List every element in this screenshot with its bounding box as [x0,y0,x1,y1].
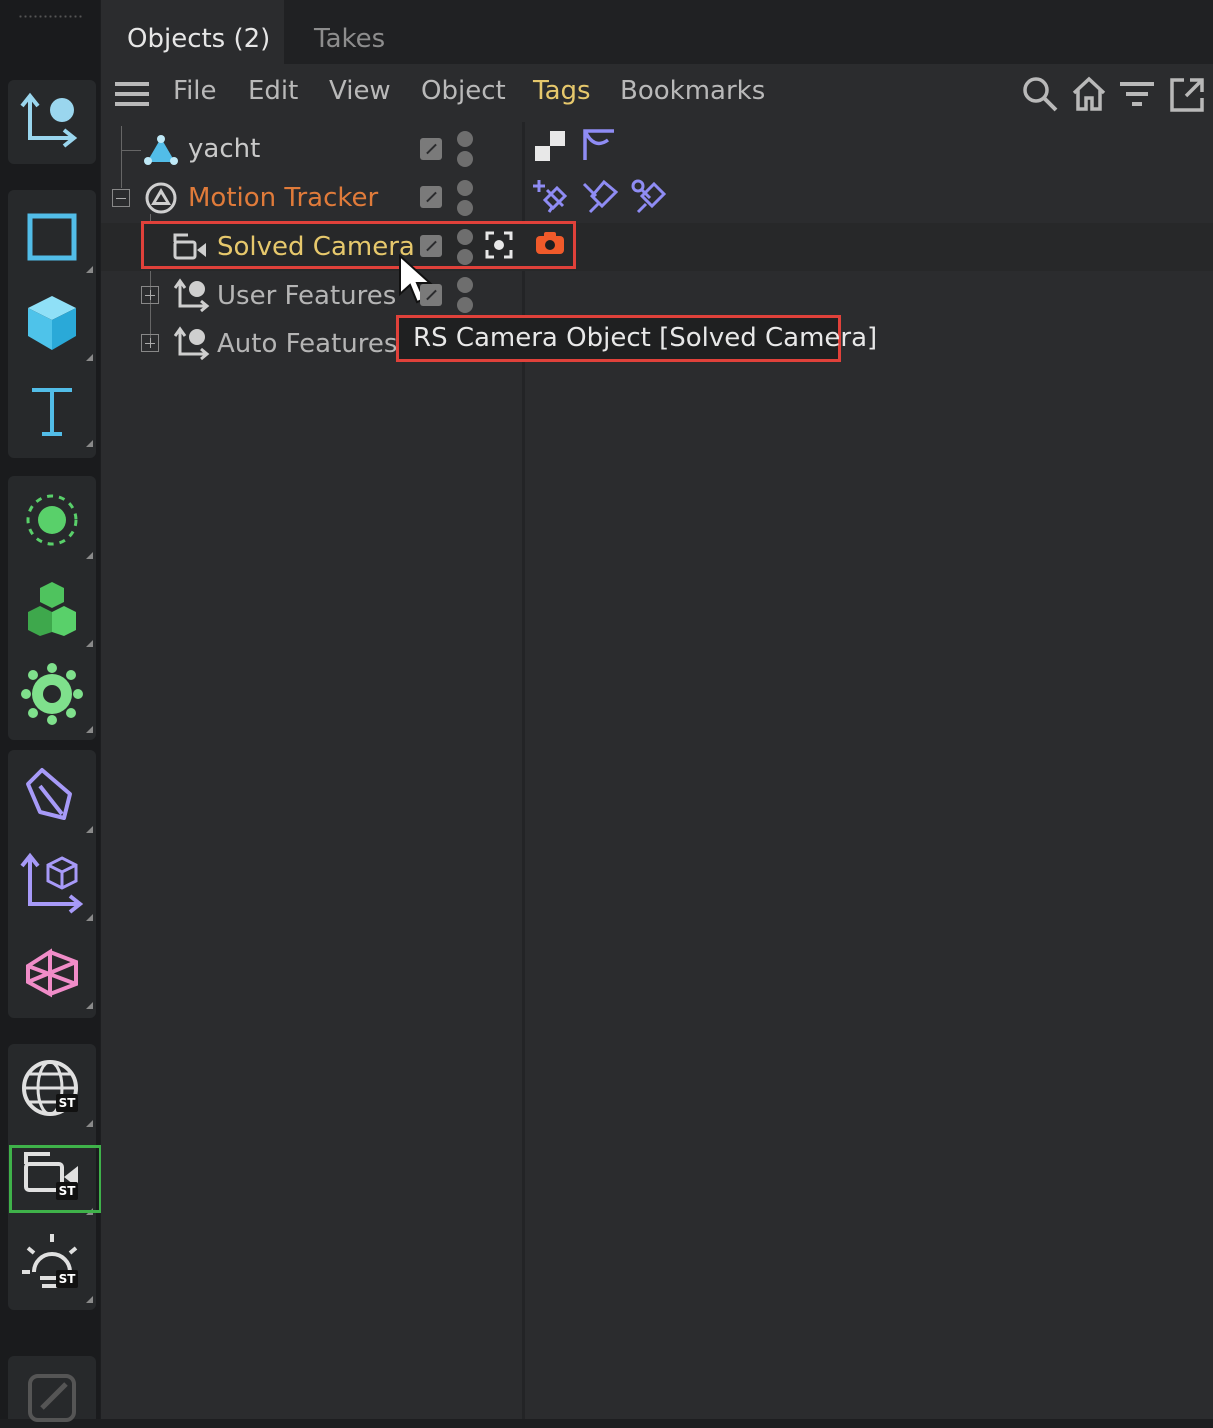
palette-grip[interactable] [18,14,84,20]
new-window-icon[interactable] [1168,76,1206,112]
tab-objects[interactable]: Objects (2) [101,0,284,64]
expand-toggle[interactable] [141,334,159,352]
collapse-toggle[interactable] [112,189,130,207]
generator-tool[interactable] [8,840,96,924]
polygon-tool[interactable] [8,928,96,1012]
texture-tag-icon[interactable] [534,130,566,162]
fields-tool[interactable] [8,478,96,562]
cloner-icon [28,582,76,636]
render-visibility-dot[interactable] [457,297,473,313]
tooltip: RS Camera Object [Solved Camera] [396,315,877,362]
highlight-red-box [141,221,576,269]
layer-edit-icon[interactable] [420,284,442,306]
st-light-tool[interactable]: ST [8,1222,96,1306]
menu-view[interactable]: View [329,76,391,106]
polygon-icon [26,948,78,998]
st-badge: ST [56,1270,78,1288]
highlight-green-box [9,1145,102,1213]
deformer-tool[interactable] [8,652,96,736]
hamburger-menu-icon[interactable] [113,80,151,108]
menu-file[interactable]: File [173,76,217,106]
cube-tool[interactable] [8,280,96,364]
editor-visibility-dot[interactable] [457,131,473,147]
motion-tracker-icon [144,181,178,215]
menu-bookmarks[interactable]: Bookmarks [620,76,765,106]
null-object-icon [174,278,210,314]
text-tool[interactable] [8,366,96,450]
render-visibility-dot[interactable] [457,151,473,167]
expand-toggle[interactable] [141,286,159,304]
st-globe-tool[interactable]: ST [8,1046,96,1130]
editor-visibility-dot[interactable] [457,277,473,293]
menu-tags[interactable]: Tags [533,76,591,106]
deformer-icon [21,663,83,725]
tracker-tag-link-icon[interactable] [630,178,666,214]
spline-tool[interactable] [8,752,96,836]
edit-icon [28,1374,76,1422]
object-name-user-features[interactable]: User Features [217,281,396,311]
st-badge: ST [56,1094,78,1112]
tool-palette: ST ST ST [0,0,102,1422]
object-name-motion-tracker[interactable]: Motion Tracker [188,183,378,213]
menu-object[interactable]: Object [421,76,506,106]
object-name-auto-features[interactable]: Auto Features [217,329,397,359]
object-row-yacht[interactable] [101,126,1213,174]
object-name-yacht[interactable]: yacht [188,134,260,164]
edit-tool[interactable] [8,1356,96,1422]
polygon-object-icon [144,132,178,166]
cube-outline-icon [27,213,77,261]
tab-takes[interactable]: Takes [314,0,385,64]
generator-icon [20,852,84,914]
null-object-tool[interactable] [8,80,96,164]
cube-icon [28,296,76,350]
home-icon[interactable] [1071,76,1107,112]
cloner-tool[interactable] [8,566,96,650]
fields-icon [26,494,78,546]
null-object-icon [174,326,210,362]
tracker-tag-add-icon[interactable] [533,178,569,214]
filter-icon[interactable] [1118,80,1156,110]
layer-edit-icon[interactable] [420,186,442,208]
cube-outline-tool[interactable] [8,192,96,276]
menu-edit[interactable]: Edit [248,76,298,106]
search-icon[interactable] [1022,76,1058,112]
null-object-icon [20,92,78,148]
phong-tag-icon[interactable] [582,128,616,162]
spline-pen-icon [26,768,72,820]
tracker-tag-pin-icon[interactable] [582,178,618,214]
render-visibility-dot[interactable] [457,200,473,216]
editor-visibility-dot[interactable] [457,180,473,196]
text-icon [32,388,72,436]
layer-edit-icon[interactable] [420,138,442,160]
